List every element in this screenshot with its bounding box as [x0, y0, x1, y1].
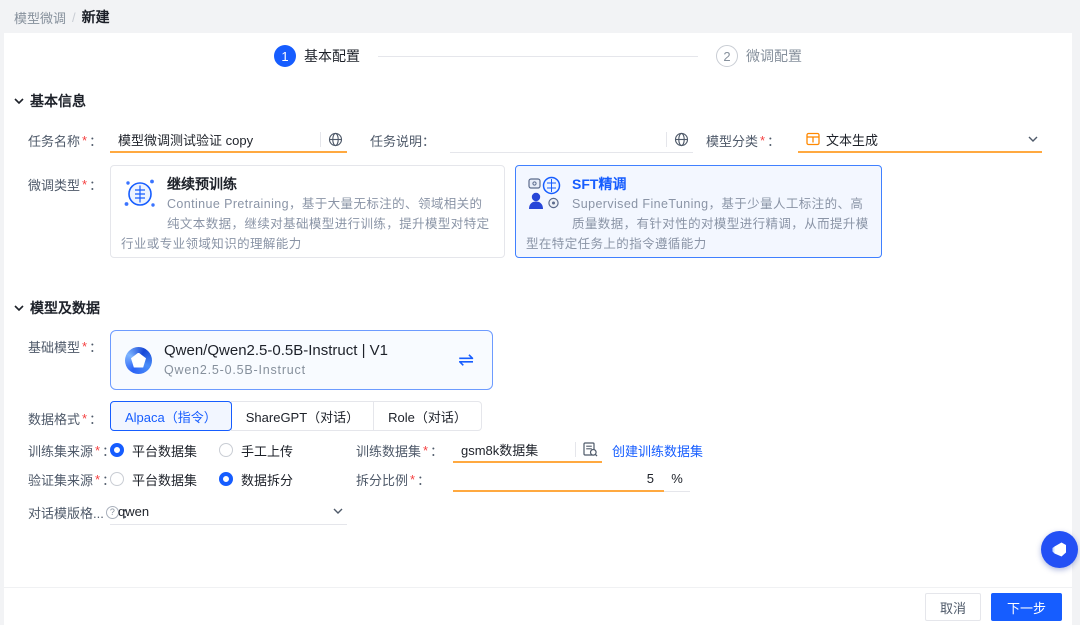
- dataset-search-icon[interactable]: [583, 442, 598, 457]
- base-model-name: Qwen/Qwen2.5-0.5B-Instruct | V1: [164, 341, 458, 361]
- step-2-circle: 2: [716, 45, 738, 67]
- radio-manual-upload[interactable]: 手工上传: [219, 441, 293, 460]
- base-model-subtitle: Qwen2.5-0.5B-Instruct: [164, 362, 458, 379]
- split-ratio-input[interactable]: 5: [453, 466, 664, 492]
- sft-icon: [526, 175, 564, 213]
- globe-icon[interactable]: [328, 132, 343, 147]
- step-2-label: 微调配置: [746, 46, 802, 66]
- split-ratio-label: 拆分比例*：: [356, 466, 430, 492]
- train-source-group: 平台数据集 手工上传: [110, 437, 293, 463]
- stepper: 1 基本配置 2 微调配置: [4, 45, 1072, 67]
- model-category-label: 模型分类*：: [706, 127, 780, 153]
- pretrain-card-description: Continue Pretraining，基于大量无标注的、领域相关的纯文本数据…: [121, 195, 492, 254]
- section-model-data-header[interactable]: 模型及数据: [14, 298, 100, 318]
- step-basic-config[interactable]: 1 基本配置: [274, 45, 360, 67]
- train-dataset-label: 训练数据集*：: [356, 437, 443, 463]
- chat-template-select[interactable]: qwen: [110, 499, 347, 525]
- task-name-label: 任务名称*：: [28, 127, 102, 153]
- text-generation-icon: [806, 132, 820, 146]
- section-model-data-title: 模型及数据: [30, 298, 100, 318]
- cancel-button[interactable]: 取消: [925, 593, 981, 621]
- train-dataset-input[interactable]: gsm8k数据集: [453, 437, 602, 463]
- collapse-chevron-icon: [14, 305, 24, 312]
- model-category-select[interactable]: 文本生成: [798, 127, 1042, 153]
- section-basic-info-header[interactable]: 基本信息: [14, 91, 86, 111]
- data-format-group: Alpaca（指令） ShareGPT（对话） Role（对话）: [110, 401, 482, 431]
- task-name-input[interactable]: 模型微调测试验证 copy: [110, 127, 347, 153]
- footer-divider: [4, 587, 1072, 588]
- finetune-type-label: 微调类型*：: [28, 171, 102, 197]
- footer-actions: 取消 下一步: [925, 593, 1062, 621]
- split-ratio-field: 5 %: [453, 466, 690, 492]
- field-divider: [320, 132, 321, 147]
- task-desc-label: 任务说明：: [370, 127, 435, 153]
- radio-data-split[interactable]: 数据拆分: [219, 470, 293, 489]
- swap-model-icon[interactable]: ⇌: [458, 351, 474, 370]
- radio-off-icon: [219, 443, 233, 457]
- globe-icon[interactable]: [674, 132, 689, 147]
- create-dataset-link[interactable]: 创建训练数据集: [612, 437, 703, 463]
- field-divider: [575, 442, 576, 457]
- chevron-down-icon: [1028, 136, 1038, 143]
- valid-source-label: 验证集来源*：: [28, 466, 115, 492]
- field-divider: [666, 132, 667, 147]
- pretrain-brain-icon: [121, 175, 159, 213]
- step-connector: [378, 56, 698, 57]
- base-model-card[interactable]: Qwen/Qwen2.5-0.5B-Instruct | V1 Qwen2.5-…: [110, 330, 493, 390]
- data-format-option-sharegpt[interactable]: ShareGPT（对话）: [231, 401, 374, 431]
- next-step-button[interactable]: 下一步: [991, 593, 1062, 621]
- valid-source-group: 平台数据集 数据拆分: [110, 466, 293, 492]
- pretrain-card-title: 继续预训练: [121, 174, 492, 194]
- train-source-label: 训练集来源*：: [28, 437, 115, 463]
- breadcrumb-item-model-finetune[interactable]: 模型微调: [14, 8, 66, 27]
- radio-platform-dataset[interactable]: 平台数据集: [110, 441, 197, 460]
- collapse-chevron-icon: [14, 98, 24, 105]
- base-model-label: 基础模型*：: [28, 333, 102, 359]
- percent-suffix: %: [664, 466, 690, 492]
- radio-off-icon: [110, 472, 124, 486]
- breadcrumb-separator: /: [72, 10, 76, 25]
- assistant-icon: [1049, 539, 1070, 560]
- radio-on-icon: [219, 472, 233, 486]
- page: { "breadcrumb": { "items": [ { "label": …: [0, 0, 1080, 625]
- form-panel: 1 基本配置 2 微调配置 基本信息 任务名称*： 模型微调测试验证 copy …: [4, 33, 1072, 625]
- finetune-card-pretrain[interactable]: 继续预训练 Continue Pretraining，基于大量无标注的、领域相关…: [110, 165, 505, 258]
- sft-card-description: Supervised FineTuning，基于少量人工标注的、高质量数据，有针…: [526, 195, 869, 254]
- breadcrumb-item-new: 新建: [82, 7, 110, 27]
- assistant-widget[interactable]: [1041, 531, 1078, 568]
- breadcrumb: 模型微调 / 新建: [14, 7, 110, 27]
- finetune-card-sft[interactable]: SFT精调 Supervised FineTuning，基于少量人工标注的、高质…: [515, 165, 882, 258]
- step-1-circle: 1: [274, 45, 296, 67]
- radio-platform-dataset-valid[interactable]: 平台数据集: [110, 470, 197, 489]
- data-format-label: 数据格式*：: [28, 403, 102, 433]
- radio-on-icon: [110, 443, 124, 457]
- data-format-option-alpaca[interactable]: Alpaca（指令）: [110, 401, 232, 431]
- data-format-option-role[interactable]: Role（对话）: [373, 401, 482, 431]
- task-desc-input[interactable]: [450, 127, 693, 153]
- qwen-logo: [125, 347, 152, 374]
- sft-card-title: SFT精调: [526, 174, 869, 194]
- chevron-down-icon: [333, 508, 343, 515]
- section-basic-info-title: 基本信息: [30, 91, 86, 111]
- step-finetune-config[interactable]: 2 微调配置: [716, 45, 802, 67]
- step-1-label: 基本配置: [304, 46, 360, 66]
- base-model-text: Qwen/Qwen2.5-0.5B-Instruct | V1 Qwen2.5-…: [164, 341, 458, 379]
